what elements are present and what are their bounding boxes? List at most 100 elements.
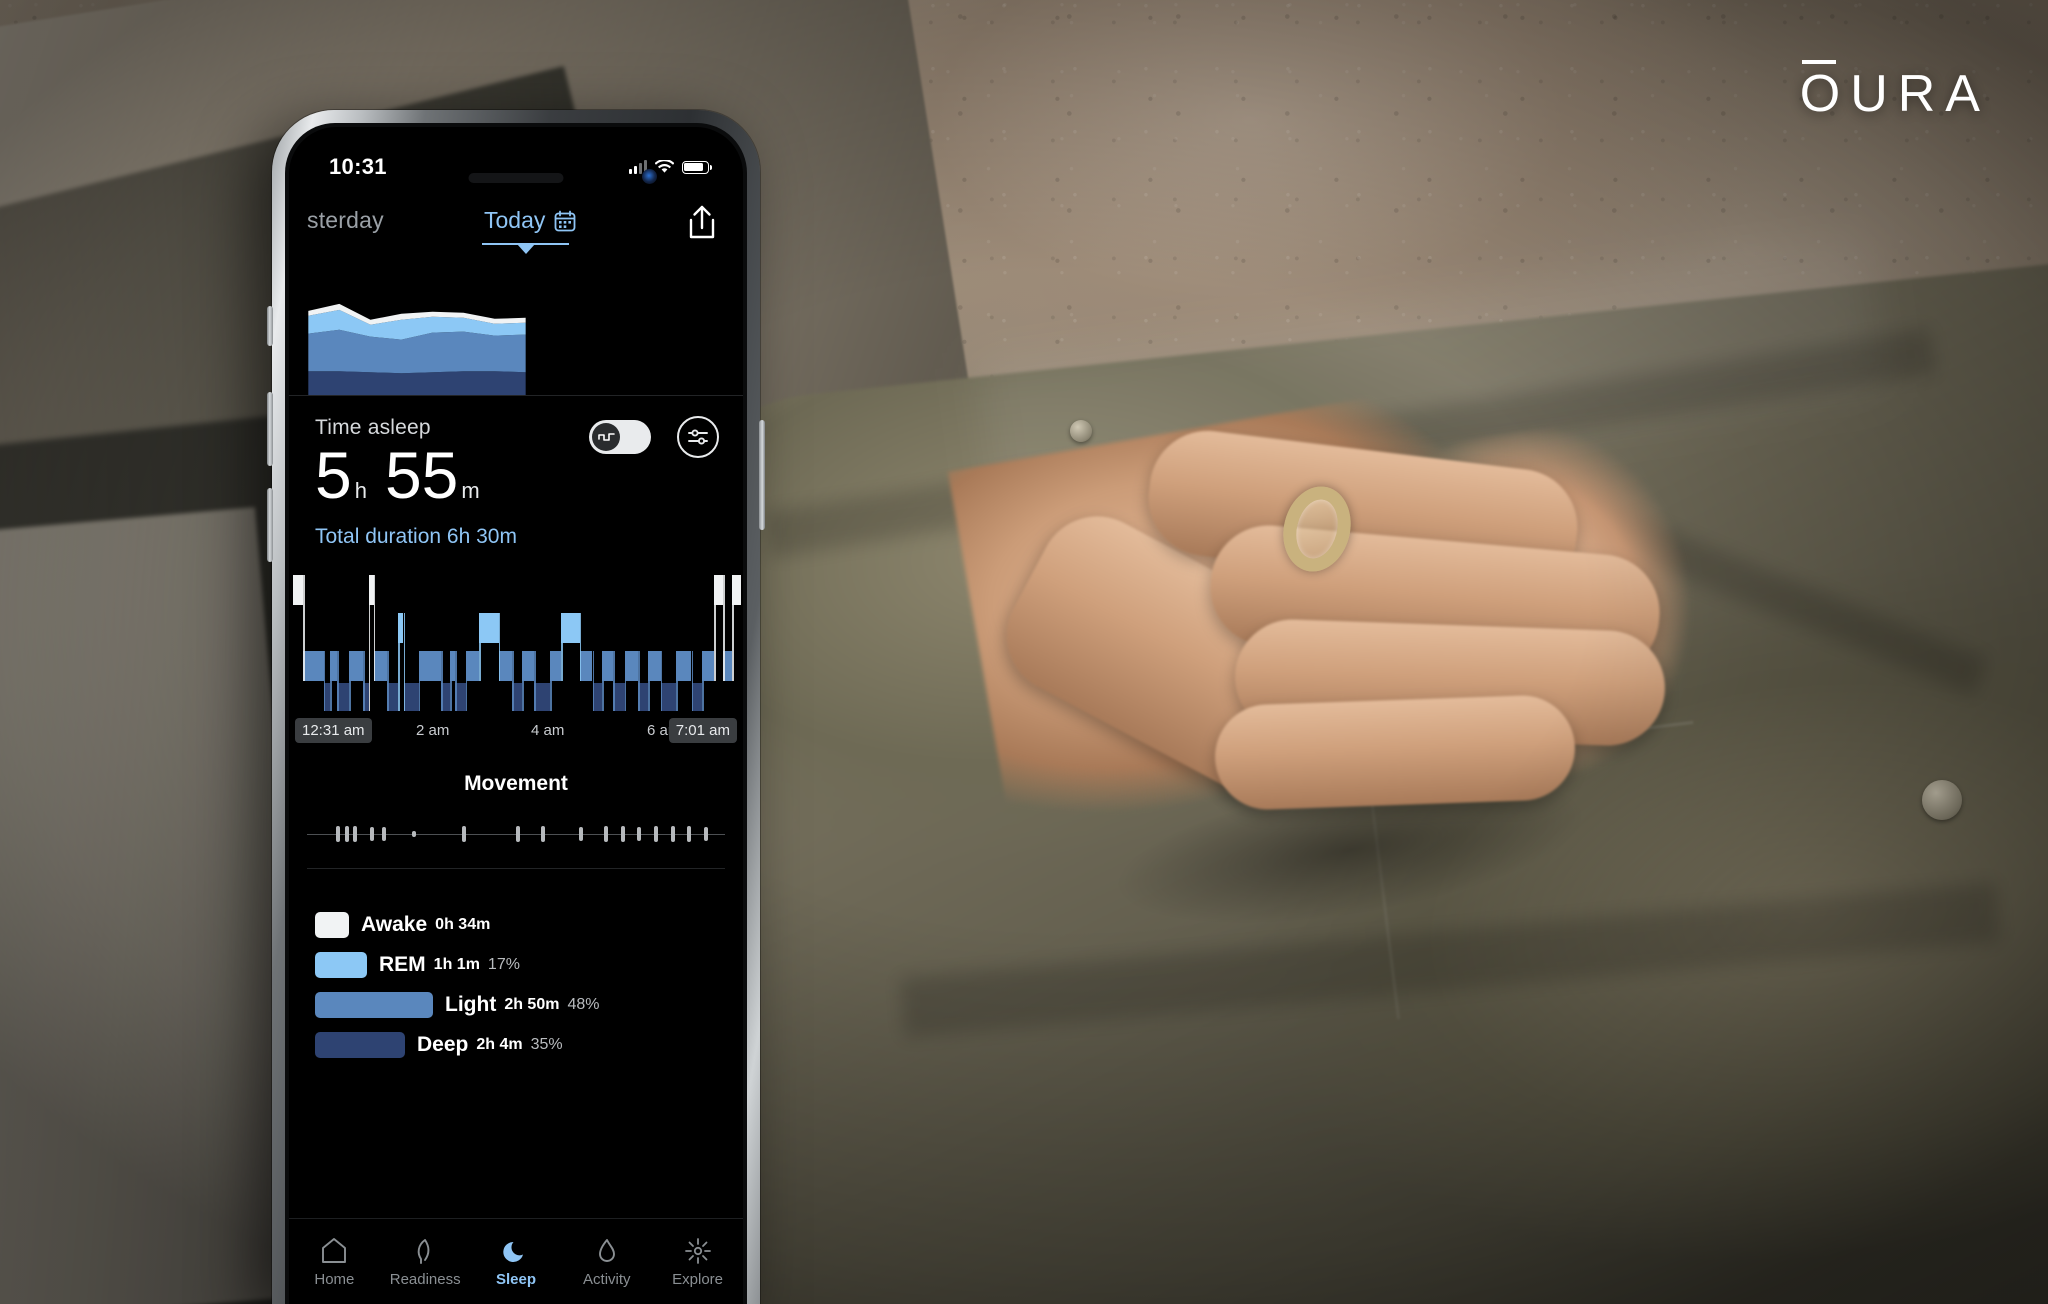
movement-tick [578, 827, 583, 841]
status-bar-time: 10:31 [329, 154, 387, 179]
legend-duration-rem: 1h 1m [433, 956, 480, 973]
hypnogram-connector [330, 651, 332, 711]
movement-tick [670, 826, 675, 842]
movement-tick [687, 826, 692, 842]
phone-power-button[interactable] [759, 420, 765, 530]
toggle-knob [592, 423, 620, 451]
hypnogram-connector [732, 575, 734, 681]
hypnogram-segment-light [702, 651, 714, 681]
time-asleep-minutes-unit: m [461, 478, 480, 503]
hypnogram-connector [303, 575, 305, 681]
legend-name-rem: REM [379, 953, 426, 976]
hypnogram-segment-deep [691, 683, 703, 711]
share-button[interactable] [685, 203, 719, 243]
tab-yesterday[interactable]: sterday [307, 207, 384, 234]
hypnogram-segment-light [602, 651, 614, 681]
hypnogram-segment-light [373, 651, 388, 681]
time-asleep-value: 5 h 55 m [315, 442, 717, 508]
legend-duration-light: 2h 50m [504, 996, 560, 1013]
hypnogram-segment-light [418, 651, 442, 681]
hypnogram-segment-light [648, 651, 661, 681]
sleep-trend-svg [308, 303, 526, 395]
phone-notch [420, 127, 612, 157]
time-asleep-card: Time asleep 5 h 55 m Total duration 6h 3… [289, 396, 743, 549]
hypnogram-connector [691, 651, 694, 711]
time-asleep-hours: 5 [315, 438, 352, 512]
legend-percent-deep: 35% [530, 1036, 563, 1053]
hypnogram-connector [373, 575, 376, 681]
divider [307, 868, 725, 869]
hypnogram-connector [455, 651, 457, 711]
legend-percent-light: 48% [567, 996, 600, 1013]
tab-today[interactable]: Today [484, 207, 576, 234]
time-asleep-label: Time asleep [315, 416, 431, 439]
hypnogram-connector [522, 651, 524, 711]
hypnogram-segment-light [349, 651, 363, 681]
nav-item-readiness[interactable]: Readiness [381, 1236, 469, 1288]
hypnogram-segment-deep [613, 683, 625, 711]
hypnogram-connector [418, 651, 421, 711]
hypnogram-connector [702, 651, 704, 711]
legend-duration-awake: 0h 34m [435, 916, 491, 933]
hypnogram-connector [561, 613, 563, 681]
nav-label-activity: Activity [583, 1270, 631, 1288]
legend-percent-rem: 17% [487, 956, 520, 973]
chart-settings-button[interactable] [677, 416, 719, 458]
hypnogram-connector [676, 651, 678, 711]
calendar-icon [554, 210, 576, 231]
movement-tick [541, 826, 546, 842]
hypnogram-segment-rem [479, 613, 499, 643]
hypnogram-segment-deep [337, 683, 350, 711]
hypnogram-time-axis: 12:31 am 2 am 4 am 6 am 7:01 am [291, 718, 741, 750]
nav-item-activity[interactable]: Activity [563, 1236, 651, 1288]
front-camera-icon [642, 169, 657, 184]
phone-device: 10:31 sterday Today Time asleep 5 h 55 m… [267, 110, 765, 1304]
sleep-trend-chart [289, 285, 743, 395]
axis-start-chip: 12:31 am [295, 718, 372, 743]
hypnogram-segment-deep [403, 683, 419, 711]
hypnogram-connector [387, 651, 389, 711]
hypnogram-connector [323, 651, 326, 711]
legend-row-deep: Deep 2h 4m 35% [315, 1025, 717, 1065]
chart-mode-toggle[interactable] [589, 420, 651, 454]
hypnogram-segment-deep [387, 683, 399, 711]
status-bar-icons [629, 160, 712, 174]
flame-icon [593, 1236, 621, 1266]
tab-today-caret-icon [517, 244, 535, 254]
phone-volume-up-button[interactable] [267, 392, 273, 466]
movement-chart [307, 812, 725, 858]
legend-swatch-light [315, 992, 433, 1018]
total-duration-label: Total duration 6h 30m [315, 525, 517, 548]
hypnogram-connector [450, 651, 452, 711]
legend-name-awake: Awake [361, 913, 428, 936]
share-icon [689, 205, 715, 239]
hypnogram-segment-light [498, 651, 513, 681]
nav-label-sleep: Sleep [495, 1270, 536, 1288]
hypnogram-chart[interactable]: 12:31 am 2 am 4 am 6 am 7:01 am [289, 571, 743, 750]
nav-label-home: Home [314, 1270, 355, 1288]
hypnogram-connector [403, 613, 406, 711]
movement-tick [637, 827, 642, 841]
nav-item-sleep[interactable]: Sleep [472, 1236, 560, 1288]
phone-volume-down-button[interactable] [267, 488, 273, 562]
nav-item-home[interactable]: Home [290, 1236, 378, 1288]
readiness-leaf-icon [411, 1236, 439, 1266]
hypnogram-segment-deep [534, 683, 551, 711]
hypnogram-connector [465, 651, 468, 711]
hypnogram-connector [479, 613, 481, 681]
hypnogram-segment-light [579, 651, 593, 681]
movement-tick [704, 827, 709, 841]
hypnogram-segment-light [676, 651, 692, 681]
legend-row-rem: REM 1h 1m 17% [315, 945, 717, 985]
nav-item-explore[interactable]: Explore [654, 1236, 742, 1288]
sun-burst-icon [684, 1236, 712, 1266]
movement-tick [369, 827, 374, 841]
phone-screen: 10:31 sterday Today Time asleep 5 h 55 m… [289, 127, 743, 1304]
hypnogram-connector [441, 651, 443, 711]
movement-tick [344, 826, 349, 842]
sleep-stage-legend: Awake 0h 34m REM 1h 1m 17% Light 2h 50m 48% Deep… [289, 883, 743, 1065]
phone-mute-switch[interactable] [267, 306, 273, 346]
movement-tick [352, 826, 357, 842]
legend-swatch-awake [315, 912, 349, 938]
hypnogram-segment-light [550, 651, 561, 681]
